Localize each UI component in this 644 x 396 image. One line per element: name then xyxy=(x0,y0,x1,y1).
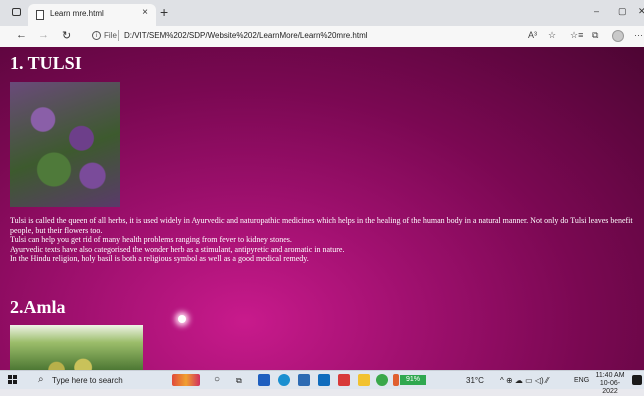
battery-indicator[interactable]: 91% xyxy=(400,375,426,385)
tab-actions-icon[interactable] xyxy=(12,8,21,16)
taskbar-search-input[interactable]: Type here to search xyxy=(52,376,123,385)
tulsi-heading: 1. TULSI xyxy=(10,53,82,73)
notifications-icon[interactable] xyxy=(632,375,642,385)
page-content: 1. TULSI Tulsi is called the queen of al… xyxy=(0,47,644,370)
task-view-icon[interactable]: ⧉ xyxy=(236,376,242,386)
address-divider xyxy=(118,30,119,41)
clock-time: 11:40 AM xyxy=(595,372,625,379)
tab-bar: Learn mre.html × + – ▢ ✕ xyxy=(0,0,644,26)
amla-image xyxy=(10,325,143,370)
system-tray-icons[interactable]: ^ ⊕ ☁ ▭ ◁) ⁄⁄ xyxy=(500,376,549,385)
language-indicator[interactable]: ENG xyxy=(574,377,589,384)
app-l-icon[interactable] xyxy=(258,374,270,386)
file-explorer-icon[interactable] xyxy=(358,374,370,386)
tulsi-description: Tulsi is called the queen of all herbs, … xyxy=(10,216,642,264)
clock-date: 10-06-2022 xyxy=(599,380,621,395)
tulsi-paragraph-line: Tulsi can help you get rid of many healt… xyxy=(10,235,292,244)
app-icon[interactable] xyxy=(393,374,399,386)
file-icon xyxy=(36,10,44,20)
restore-button[interactable]: ▢ xyxy=(618,6,627,17)
news-widget-icon[interactable] xyxy=(172,374,200,386)
favorites-icon[interactable]: ☆≡ xyxy=(570,30,583,41)
cortana-icon[interactable]: ○ xyxy=(214,374,220,385)
tab-close-button[interactable]: × xyxy=(142,7,148,18)
close-window-button[interactable]: ✕ xyxy=(638,6,644,17)
tulsi-paragraph-line: In the Hindu religion, holy basil is bot… xyxy=(10,254,309,263)
collections-icon[interactable]: ⧉ xyxy=(592,30,598,41)
outlook-icon[interactable] xyxy=(318,374,330,386)
mail-icon[interactable] xyxy=(298,374,310,386)
tulsi-image xyxy=(10,82,120,207)
clock[interactable]: 11:40 AM 10-06-2022 xyxy=(593,372,627,396)
more-menu-icon[interactable]: ··· xyxy=(634,30,643,40)
address-bar[interactable]: D:/VIT/SEM%202/SDP/Website%202/LearnMore… xyxy=(124,31,368,40)
tulsi-paragraph-line: Ayurvedic texts have also categorised th… xyxy=(10,244,345,254)
back-button[interactable]: ← xyxy=(16,29,27,41)
amla-heading: 2.Amla xyxy=(10,297,66,317)
file-label: File xyxy=(104,31,117,40)
new-tab-button[interactable]: + xyxy=(160,4,168,20)
chrome-icon[interactable] xyxy=(376,374,388,386)
edge-icon[interactable] xyxy=(278,374,290,386)
profile-avatar[interactable] xyxy=(612,30,624,42)
mcafee-icon[interactable] xyxy=(338,374,350,386)
info-icon[interactable]: i xyxy=(92,31,101,40)
windows-start-icon[interactable] xyxy=(8,375,18,385)
navigation-bar: ← → ↻ i File D:/VIT/SEM%202/SDP/Website%… xyxy=(0,26,644,48)
temperature-text[interactable]: 31°C xyxy=(466,376,484,385)
refresh-button[interactable]: ↻ xyxy=(62,29,71,42)
read-aloud-icon[interactable]: A³ xyxy=(528,30,537,40)
tab-title: Learn mre.html xyxy=(50,9,104,18)
taskbar: ⌕ Type here to search ○ ⧉ 91% 31°C ^ ⊕ ☁… xyxy=(0,370,644,395)
tulsi-paragraph-line: Tulsi is called the queen of all herbs, … xyxy=(10,216,633,235)
minimize-button[interactable]: – xyxy=(594,6,599,16)
mouse-cursor-highlight xyxy=(178,315,186,323)
forward-button[interactable]: → xyxy=(38,29,49,41)
browser-tab[interactable]: Learn mre.html × xyxy=(28,4,156,26)
search-icon[interactable]: ⌕ xyxy=(38,374,44,385)
add-favorite-icon[interactable]: ☆ xyxy=(548,30,556,41)
